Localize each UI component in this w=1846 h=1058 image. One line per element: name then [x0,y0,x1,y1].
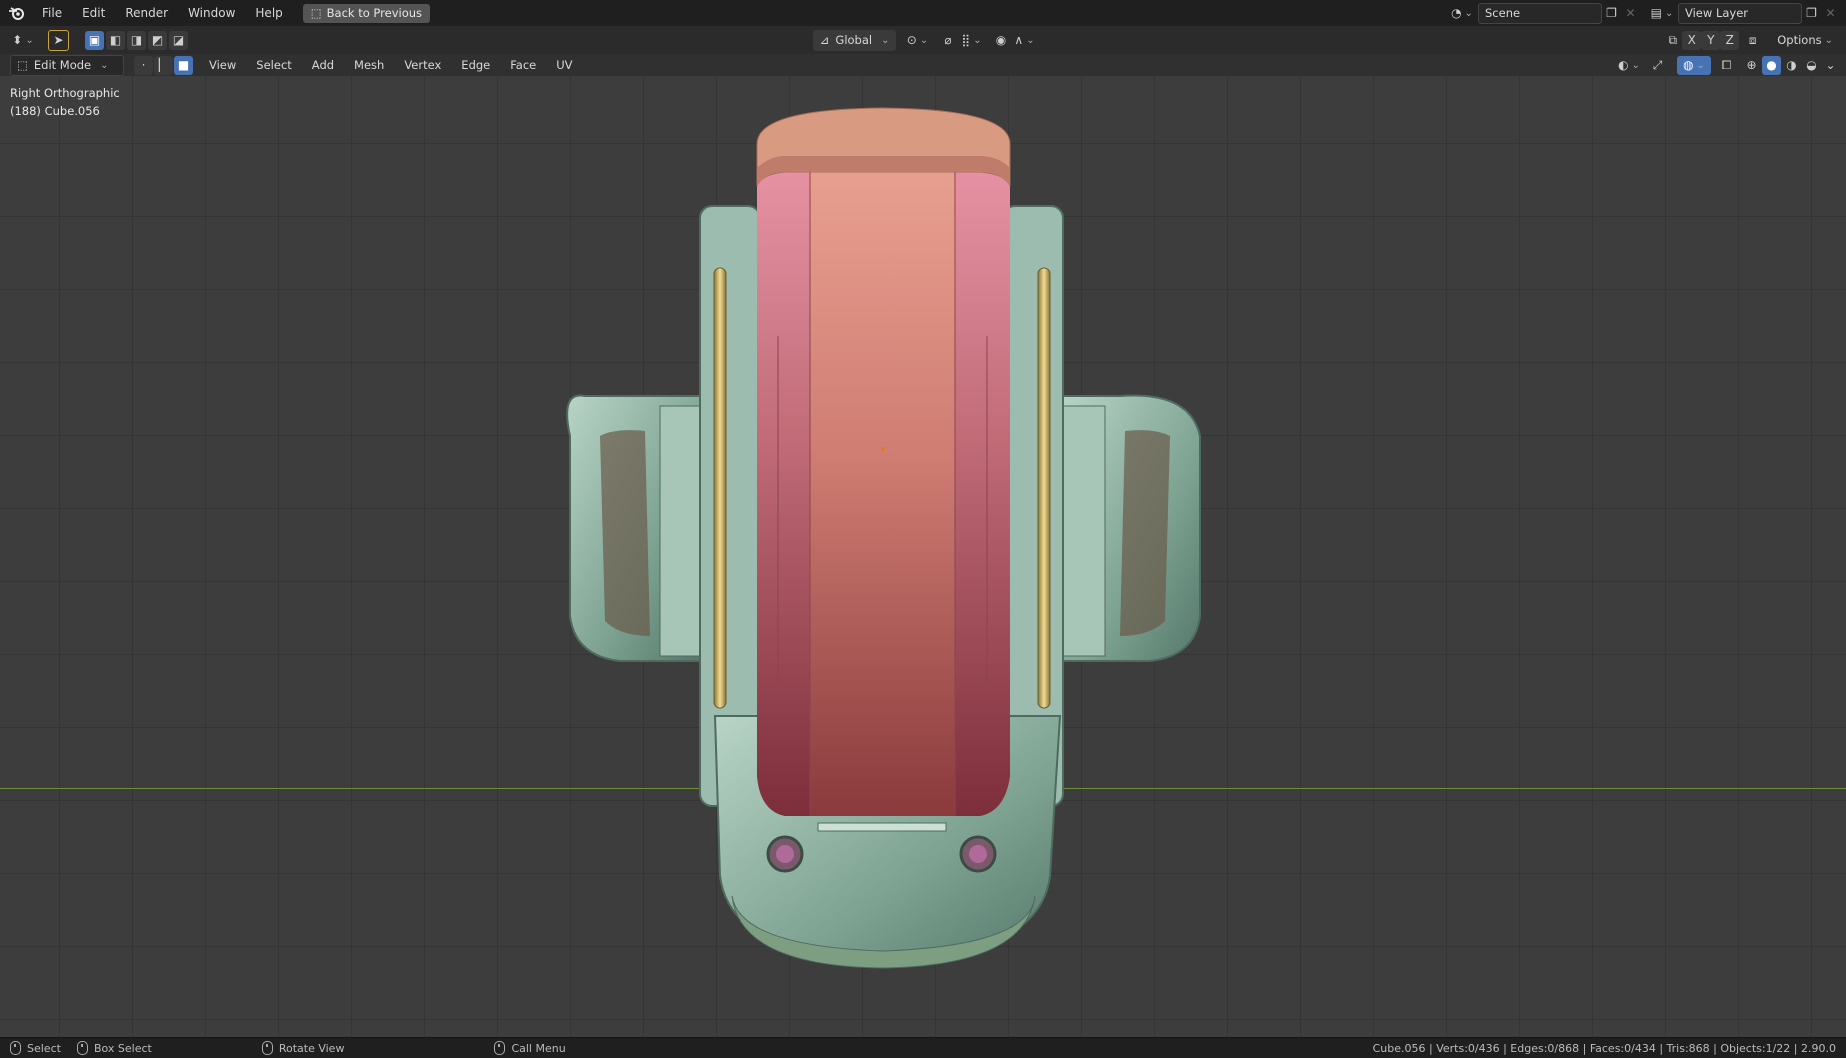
left-drag-icon [76,1041,88,1055]
mirror-icon[interactable]: ⧉ [1663,31,1682,50]
select-invert-icon[interactable]: ◩ [148,30,167,50]
transform-orientation-dropdown[interactable]: ⊿ Global [812,29,897,51]
status-bar: Select Box Select Rotate View Call Menu … [0,1037,1846,1058]
hint-select-label: Select [27,1041,61,1055]
scene-new-icon[interactable]: ❐ [1602,4,1621,23]
menu-help[interactable]: Help [245,6,292,20]
middle-mouse-icon [261,1041,273,1055]
back-to-previous-button[interactable]: ⬚ Back to Previous [302,3,431,23]
options-label: Options [1777,33,1822,47]
viewport-menu: View Select Add Mesh Vertex Edge Face UV [199,54,583,76]
right-pod [1044,394,1201,662]
hint-call-menu-label: Call Menu [511,1041,566,1055]
tire [756,107,1011,816]
blender-logo-icon[interactable] [0,6,32,20]
hint-select: Select [10,1041,61,1055]
main-menu: File Edit Render Window Help [32,0,293,26]
menu-mesh[interactable]: Mesh [344,58,394,72]
pivot-point-icon[interactable]: ⊙ [902,31,932,50]
overlays-icon[interactable]: ◍ [1677,55,1711,75]
scene-statistics: Cube.056 | Verts:0/436 | Edges:0/868 | F… [1372,1041,1836,1055]
3d-viewport[interactable]: Right Orthographic (188) Cube.056 [0,76,1846,1037]
mirror-y-toggle[interactable]: Y [1701,30,1721,50]
edit-mode-icon: ⬚ [17,58,28,72]
menu-face[interactable]: Face [500,58,546,72]
menu-edit[interactable]: Edit [72,6,115,20]
editor-type-icon[interactable]: ⬍ [8,31,38,50]
scene-name: Scene [1485,6,1521,20]
falloff-icon[interactable]: ∧ [1010,31,1038,50]
tool-settings-bar: ⬍ ➤ ▣ ◧ ◨ ◩ ◪ ⊿ Global ⊙ ⌀ ⣿ ◉ ∧ ⧉ X Y Z… [0,26,1846,55]
hint-box-select-label: Box Select [93,1041,152,1055]
select-mode-group: ⋅ ▏ ■ [134,55,193,75]
view-layer-close-icon[interactable]: ✕ [1821,4,1840,23]
scene-close-icon[interactable]: ✕ [1621,4,1640,23]
menu-vertex[interactable]: Vertex [394,58,451,72]
hint-call-menu: Call Menu [494,1041,566,1055]
topology-mirror-icon[interactable]: ⧈ [1743,31,1762,50]
orientation-value: Global [835,33,873,47]
menu-file[interactable]: File [32,6,72,20]
right-mouse-icon [494,1041,506,1055]
right-rail [1037,267,1051,709]
gizmo-icon[interactable]: ⤢ [1648,56,1667,75]
select-new-icon[interactable]: ▣ [85,30,104,50]
wheel-model[interactable] [0,76,1846,1037]
solid-shading-icon[interactable]: ● [1762,55,1781,75]
menu-add[interactable]: Add [302,58,344,72]
hint-rotate-view: Rotate View [261,1041,345,1055]
bottom-bar [817,822,947,832]
shading-group: ⊕ ● ◑ ◒ [1742,55,1821,75]
mirror-x-toggle[interactable]: X [1682,30,1702,50]
snap-increment-icon[interactable]: ⣿ [957,31,985,50]
view-layer-field[interactable]: View Layer [1678,2,1802,24]
options-dropdown[interactable]: Options [1770,29,1841,51]
xray-icon[interactable]: ⧠ [1717,56,1736,75]
left-rail [713,267,727,709]
top-bar: File Edit Render Window Help ⬚ Back to P… [0,0,1846,27]
orientation-icon: ⊿ [819,33,830,47]
select-intersect-icon[interactable]: ◪ [169,30,188,50]
hint-rotate-view-label: Rotate View [278,1041,345,1055]
menu-view[interactable]: View [199,58,246,72]
view-layer-browse-icon[interactable]: ▤ [1648,4,1676,23]
mirror-z-toggle[interactable]: Z [1720,30,1740,50]
snap-toggle-icon[interactable]: ⌀ [938,31,957,50]
wireframe-shading-icon[interactable]: ⊕ [1742,56,1761,75]
mode-value: Edit Mode [33,58,92,72]
menu-edge[interactable]: Edge [451,58,500,72]
left-mouse-icon [10,1041,21,1055]
viewport-header: ⬚ Edit Mode ⋅ ▏ ■ View Select Add Mesh V… [0,54,1846,76]
shading-options-icon[interactable]: ⌄ [1821,56,1840,75]
back-icon: ⬚ [310,6,322,20]
menu-render[interactable]: Render [115,6,178,20]
select-subtract-icon[interactable]: ◨ [127,30,146,50]
vertex-select-icon[interactable]: ⋅ [134,55,153,75]
status-hints: Select Box Select Rotate View Call Menu [0,1041,566,1055]
material-shading-icon[interactable]: ◑ [1782,56,1801,75]
edge-select-icon[interactable]: ▏ [154,55,173,75]
menu-select[interactable]: Select [246,58,301,72]
scene-browse-icon[interactable]: ◔ [1448,4,1476,23]
face-select-icon[interactable]: ■ [174,55,193,75]
select-extend-icon[interactable]: ◧ [106,30,125,50]
scene-field[interactable]: Scene [1478,2,1602,24]
mode-dropdown[interactable]: ⬚ Edit Mode [10,54,124,76]
back-to-previous-label: Back to Previous [326,6,423,20]
proportional-edit-icon[interactable]: ◉ [991,31,1010,50]
select-tool-icon[interactable]: ➤ [48,29,69,51]
menu-uv[interactable]: UV [546,58,582,72]
view-layer-new-icon[interactable]: ❐ [1802,4,1821,23]
hint-box-select: Box Select [76,1041,152,1055]
view-layer-name: View Layer [1685,6,1749,20]
menu-window[interactable]: Window [178,6,245,20]
selection-mode-group: ▣ ◧ ◨ ◩ ◪ [85,30,188,50]
left-pod [566,394,721,662]
visibility-icon[interactable]: ◐ [1614,56,1644,75]
rendered-shading-icon[interactable]: ◒ [1802,56,1821,75]
